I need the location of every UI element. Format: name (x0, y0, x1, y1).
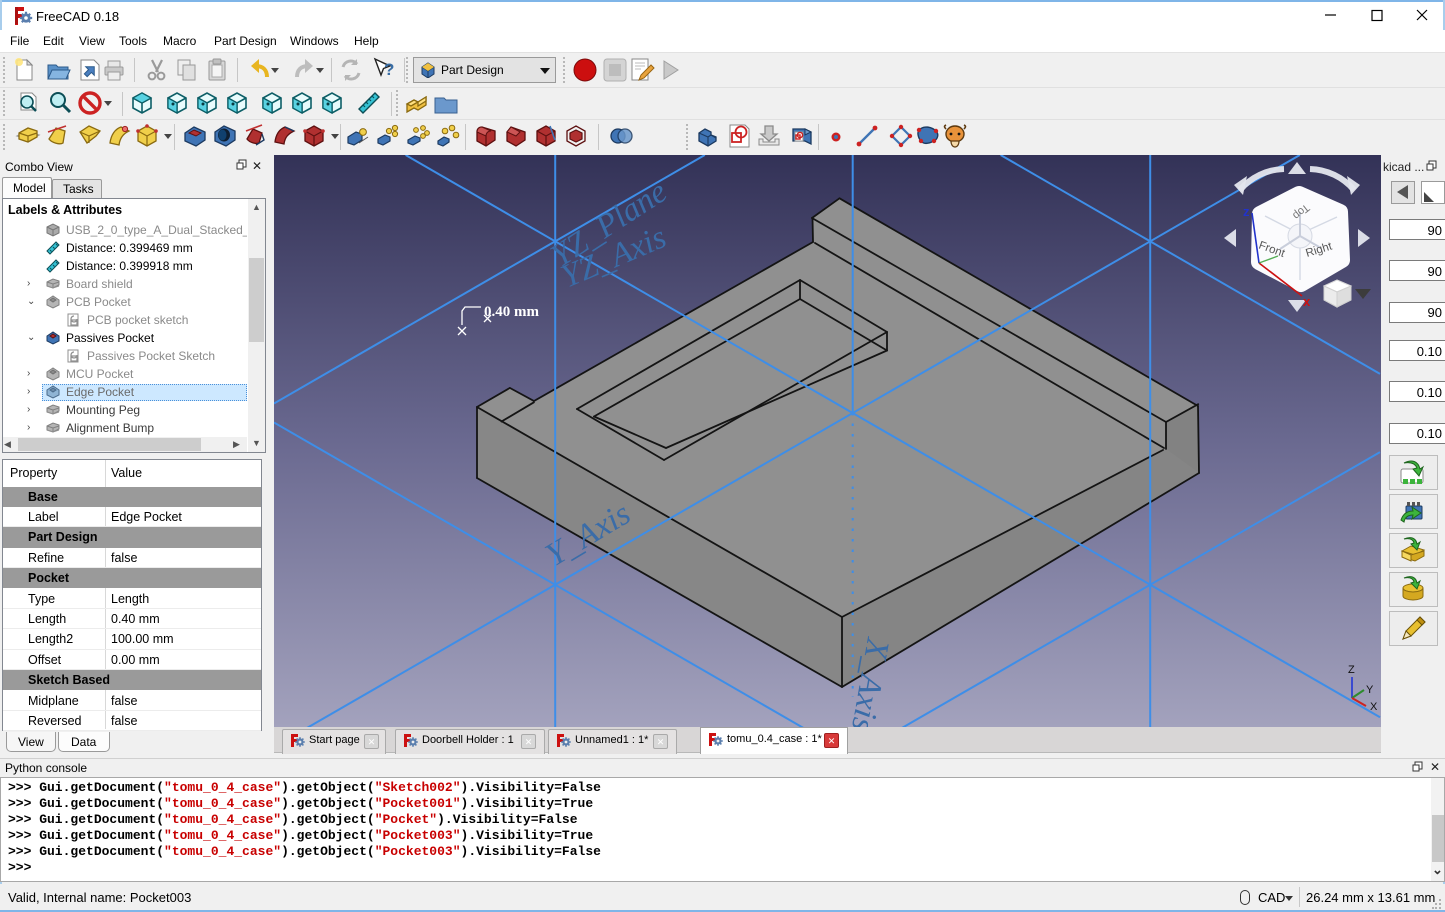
svg-text:X: X (1370, 701, 1378, 713)
svg-text:?: ? (384, 60, 394, 79)
svg-text:x: x (1303, 294, 1311, 309)
svg-text:Y: Y (1366, 684, 1374, 696)
svg-text:z: z (1243, 204, 1250, 219)
svg-text:Z: Z (1348, 664, 1355, 676)
svg-text:0.40 mm: 0.40 mm (484, 304, 539, 320)
